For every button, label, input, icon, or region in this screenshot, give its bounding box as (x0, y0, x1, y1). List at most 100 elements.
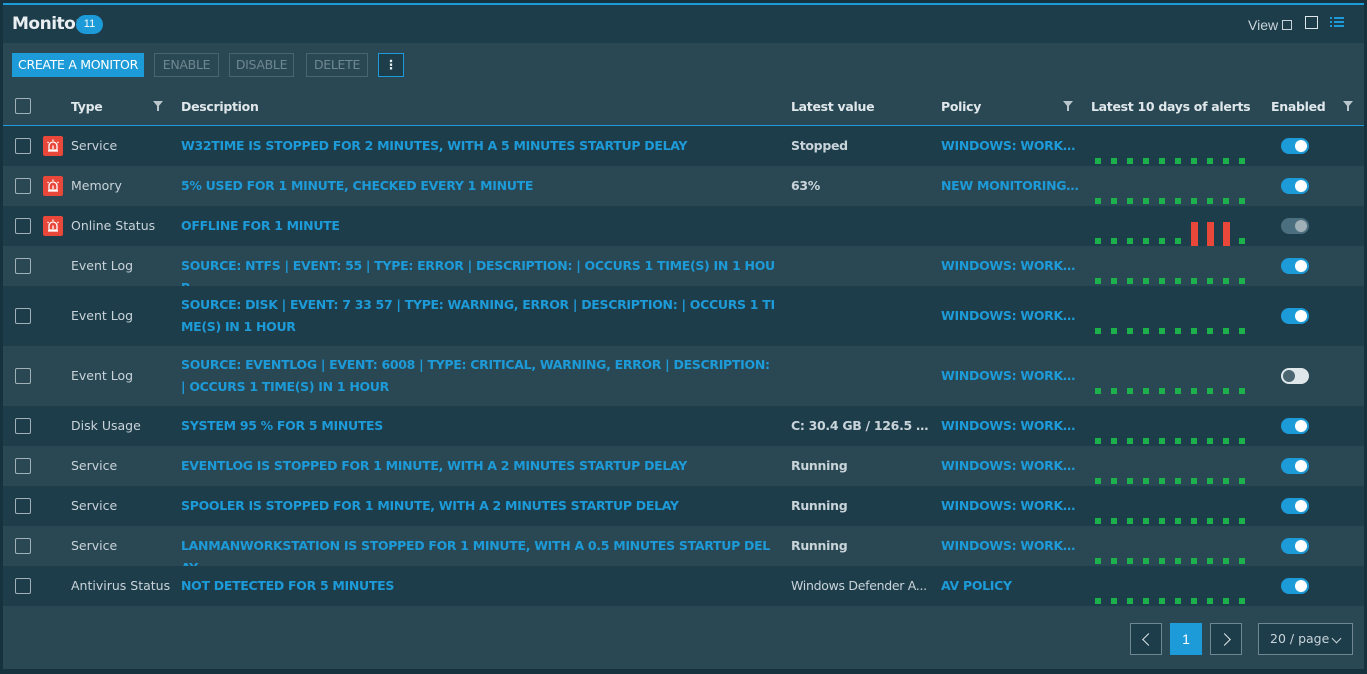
enabled-toggle[interactable] (1281, 418, 1309, 434)
row-checkbox[interactable] (15, 538, 31, 554)
row-checkbox[interactable] (15, 368, 31, 384)
column-alerts[interactable]: Latest 10 days of alerts (1091, 99, 1251, 114)
enabled-toggle[interactable] (1281, 138, 1309, 154)
type-filter-icon[interactable] (153, 101, 163, 111)
table-row[interactable]: Event Log SOURCE: NTFS | EVENT: 55 | TYPE… (3, 246, 1364, 295)
row-checkbox[interactable] (15, 418, 31, 434)
row-checkbox[interactable] (15, 578, 31, 594)
row-checkbox[interactable] (15, 218, 31, 234)
ok-day-mark (1095, 478, 1101, 484)
row-type: Service (71, 138, 118, 153)
ok-day-mark (1191, 198, 1197, 204)
row-checkbox[interactable] (15, 178, 31, 194)
column-enabled[interactable]: Enabled (1271, 99, 1326, 114)
enabled-toggle[interactable] (1281, 538, 1309, 554)
alerts-history (1095, 364, 1251, 394)
small-tile-view-icon[interactable] (1282, 20, 1292, 30)
table-row[interactable]: Event Log SOURCE: DISK | EVENT: 7 33 57 |… (3, 286, 1364, 346)
table-row[interactable]: Antivirus Status NOT DETECTED FOR 5 MINUT… (3, 566, 1364, 606)
column-latest-value[interactable]: Latest value (791, 99, 875, 114)
row-description-link[interactable]: NOT DETECTED FOR 5 MINUTES (181, 575, 776, 597)
row-type: Service (71, 498, 118, 513)
row-checkbox[interactable] (15, 308, 31, 324)
page-size-select[interactable]: 20 / page (1258, 623, 1353, 655)
enabled-toggle[interactable] (1281, 308, 1309, 324)
column-description[interactable]: Description (181, 99, 259, 114)
table-row[interactable]: Service LANMANWORKSTATION IS STOPPED FOR … (3, 526, 1364, 575)
ok-day-mark (1239, 438, 1245, 444)
page-size-value: 20 / page (1270, 631, 1330, 646)
ok-day-mark (1159, 558, 1165, 564)
select-all-checkbox[interactable] (15, 98, 31, 114)
row-checkbox[interactable] (15, 458, 31, 474)
ok-day-mark (1111, 598, 1117, 604)
column-type[interactable]: Type (71, 99, 103, 114)
large-tile-view-icon[interactable] (1305, 16, 1318, 29)
row-policy-link[interactable]: WINDOWS: WORKST... (941, 258, 1081, 273)
ok-day-mark (1095, 198, 1101, 204)
row-policy-link[interactable]: WINDOWS: WORKST... (941, 458, 1081, 473)
row-type: Event Log (71, 308, 134, 323)
enabled-toggle[interactable] (1281, 458, 1309, 474)
ok-day-mark (1191, 518, 1197, 524)
enabled-toggle[interactable] (1281, 258, 1309, 274)
row-policy-link[interactable]: AV POLICY (941, 578, 1081, 593)
table-row[interactable]: Memory 5% USED FOR 1 MINUTE, CHECKED EVER… (3, 166, 1364, 206)
ok-day-mark (1175, 438, 1181, 444)
row-policy-link[interactable]: WINDOWS: WORKST... (941, 498, 1081, 513)
alerts-history (1095, 214, 1251, 246)
prev-page-button[interactable] (1130, 623, 1162, 655)
ok-day-mark (1127, 278, 1133, 284)
row-policy-link[interactable]: WINDOWS: WORKST... (941, 418, 1081, 433)
row-description-link[interactable]: 5% USED FOR 1 MINUTE, CHECKED EVERY 1 MI… (181, 175, 776, 197)
alerts-history (1095, 534, 1251, 564)
table-row[interactable]: Service W32TIME IS STOPPED FOR 2 MINUTES,… (3, 126, 1364, 166)
row-description-link[interactable]: SOURCE: DISK | EVENT: 7 33 57 | TYPE: WA… (181, 294, 776, 338)
row-policy-link[interactable]: NEW MONITORING P... (941, 178, 1081, 193)
disable-button[interactable]: DISABLE (229, 53, 294, 77)
row-description-link[interactable]: SYSTEM 95 % FOR 5 MINUTES (181, 415, 776, 437)
enabled-toggle[interactable] (1281, 218, 1309, 234)
enabled-toggle[interactable] (1281, 498, 1309, 514)
row-description-link[interactable]: W32TIME IS STOPPED FOR 2 MINUTES, WITH A… (181, 135, 776, 157)
alert-day-bar (1207, 222, 1214, 246)
row-checkbox[interactable] (15, 258, 31, 274)
page-1-button[interactable]: 1 (1170, 623, 1202, 655)
ok-day-mark (1095, 388, 1101, 394)
row-checkbox[interactable] (15, 498, 31, 514)
ok-day-mark (1127, 198, 1133, 204)
chevron-right-icon (1217, 633, 1231, 646)
enabled-toggle[interactable] (1281, 578, 1309, 594)
next-page-button[interactable] (1210, 623, 1242, 655)
create-monitor-button[interactable]: CREATE A MONITOR (12, 53, 144, 77)
row-policy-link[interactable]: WINDOWS: WORKST... (941, 368, 1081, 383)
row-description-link[interactable]: SPOOLER IS STOPPED FOR 1 MINUTE, WITH A … (181, 495, 776, 517)
view-label: View (1248, 17, 1279, 33)
enabled-filter-icon[interactable] (1343, 101, 1353, 111)
ok-day-mark (1143, 278, 1149, 284)
enabled-toggle[interactable] (1281, 178, 1309, 194)
table-row[interactable]: Disk Usage SYSTEM 95 % FOR 5 MINUTES C: 30… (3, 406, 1364, 446)
list-view-icon[interactable] (1330, 17, 1344, 29)
ok-day-mark (1239, 478, 1245, 484)
more-options-button[interactable]: ⋮ (378, 53, 404, 77)
table-row[interactable]: Online Status OFFLINE FOR 1 MINUTE (3, 206, 1364, 246)
delete-button[interactable]: DELETE (306, 53, 368, 77)
row-policy-link[interactable]: WINDOWS: WORKST... (941, 538, 1081, 553)
row-description-link[interactable]: SOURCE: EVENTLOG | EVENT: 6008 | TYPE: C… (181, 354, 776, 398)
row-policy-link[interactable]: WINDOWS: WORKST... (941, 308, 1081, 323)
column-policy[interactable]: Policy (941, 99, 981, 114)
row-description-link[interactable]: EVENTLOG IS STOPPED FOR 1 MINUTE, WITH A… (181, 455, 776, 477)
row-description-link[interactable]: OFFLINE FOR 1 MINUTE (181, 215, 776, 237)
row-policy-link[interactable]: WINDOWS: WORKST... (941, 138, 1081, 153)
ok-day-mark (1143, 438, 1149, 444)
ok-day-mark (1159, 598, 1165, 604)
ok-day-mark (1111, 388, 1117, 394)
table-row[interactable]: Service EVENTLOG IS STOPPED FOR 1 MINUTE,… (3, 446, 1364, 486)
enable-button[interactable]: ENABLE (154, 53, 219, 77)
enabled-toggle[interactable] (1281, 368, 1309, 384)
table-row[interactable]: Service SPOOLER IS STOPPED FOR 1 MINUTE, … (3, 486, 1364, 526)
row-checkbox[interactable] (15, 138, 31, 154)
policy-filter-icon[interactable] (1063, 101, 1073, 111)
table-row[interactable]: Event Log SOURCE: EVENTLOG | EVENT: 6008 … (3, 346, 1364, 406)
